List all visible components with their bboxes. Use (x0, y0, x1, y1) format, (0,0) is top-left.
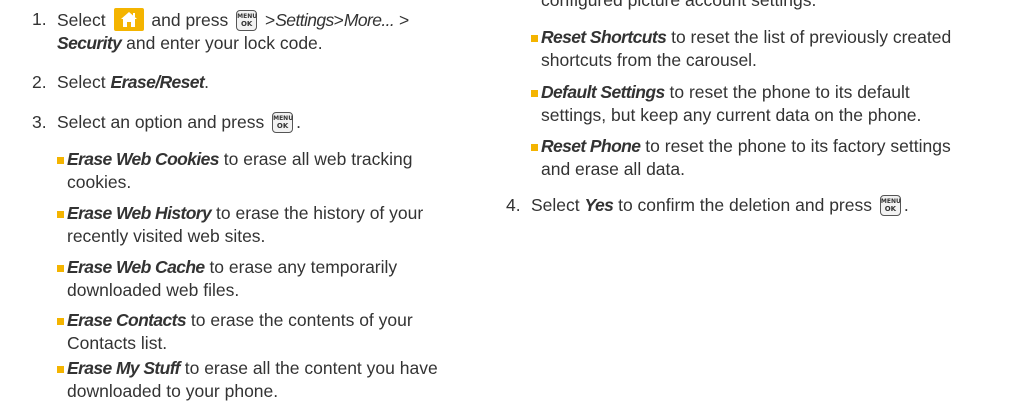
yes-label: Yes (584, 195, 614, 215)
erase-reset-label: Erase/Reset (110, 72, 205, 92)
bullet-marker (531, 35, 538, 42)
path-more: More... (343, 10, 395, 30)
step-number: 4. (506, 195, 521, 215)
step-text: Select and press MENU OK >Settings>More.… (57, 8, 410, 53)
bullet-marker (531, 144, 538, 151)
step-text: Select Yes to confirm the deletion and p… (531, 195, 909, 216)
step-number: 1. (32, 9, 47, 29)
step-text: Select Erase/Reset. (57, 72, 209, 92)
bullet-marker (57, 318, 64, 325)
menu-ok-key-icon: MENU OK (272, 112, 294, 133)
bullet-marker (57, 366, 64, 373)
step-number: 3. (32, 112, 47, 132)
step-text: Select an option and press MENU OK . (57, 112, 301, 133)
bullet-marker (57, 157, 64, 164)
bullet-marker (531, 90, 538, 97)
menu-ok-key-icon: MENU OK (879, 195, 901, 216)
path-settings: Settings (275, 10, 334, 30)
menu-ok-key-icon: MENU OK (236, 10, 258, 31)
step-number: 2. (32, 72, 47, 92)
bullet-marker (57, 265, 64, 272)
bullet-marker (57, 211, 64, 218)
home-icon (113, 8, 144, 31)
path-security: Security (57, 33, 122, 53)
